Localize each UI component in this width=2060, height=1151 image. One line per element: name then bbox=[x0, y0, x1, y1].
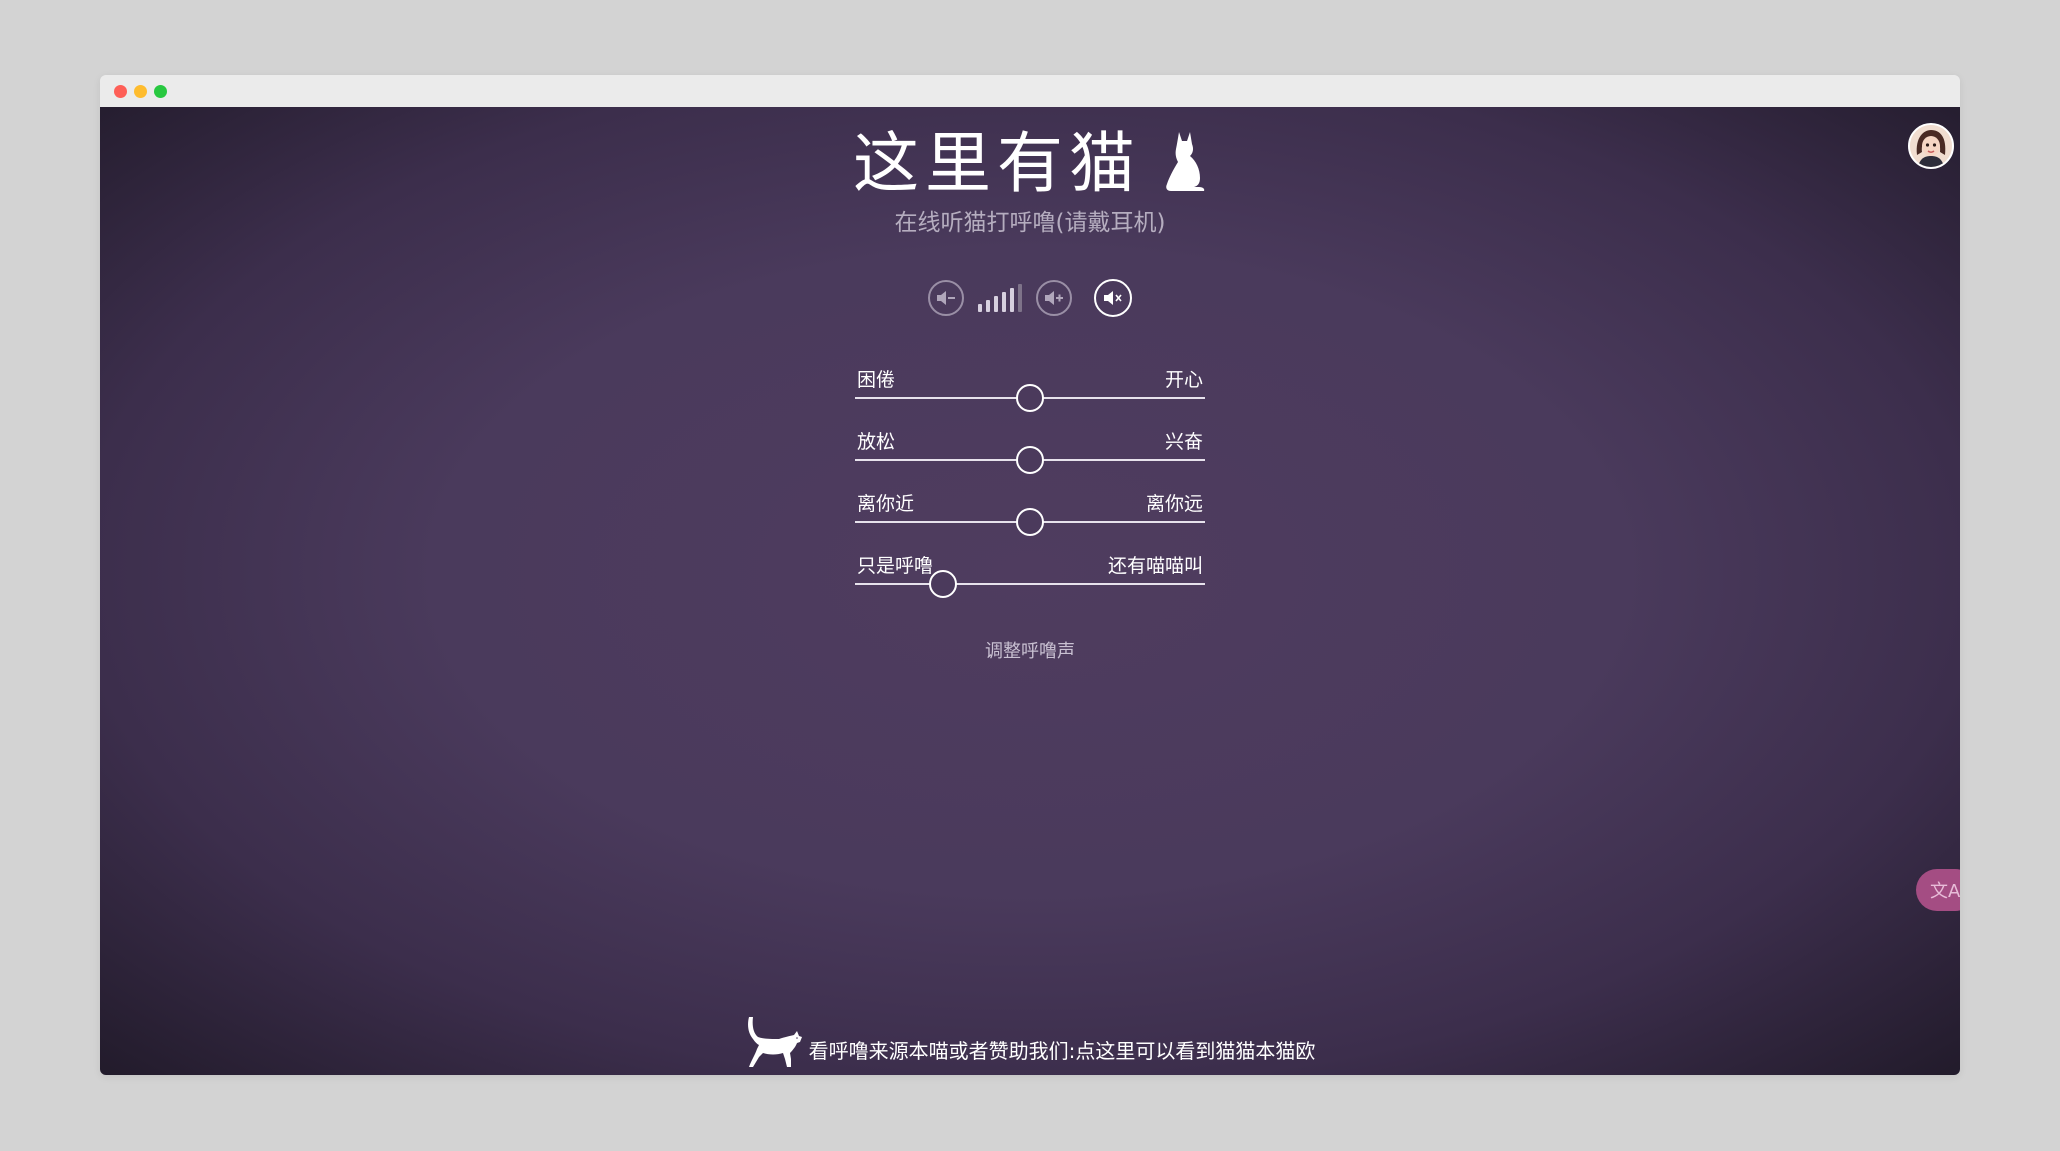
slider-track[interactable] bbox=[855, 508, 1205, 536]
window-titlebar bbox=[100, 75, 1960, 108]
slider-right-label: 兴奋 bbox=[1164, 431, 1203, 453]
translate-button[interactable]: 文A bbox=[1916, 869, 1960, 911]
purr-sliders: 困倦 开心 放松 兴奋 离你近 离你远 只是呼噜 还有喵喵叫 bbox=[855, 365, 1205, 613]
mute-button[interactable] bbox=[1094, 279, 1132, 317]
footer-link[interactable]: 看呼噜来源本喵或者赞助我们:点这里可以看到猫猫本猫欧 bbox=[809, 1035, 1316, 1064]
user-avatar[interactable] bbox=[1908, 123, 1954, 169]
cat-silhouette-icon bbox=[1159, 128, 1207, 192]
slider-left-label: 困倦 bbox=[857, 369, 896, 391]
page-content: 这里有猫 在线听猫打呼噜(请戴耳机) 困倦 开心 放松 兴奋 离你近 离你远 只… bbox=[100, 107, 1960, 1075]
volume-down-icon bbox=[937, 291, 955, 305]
volume-level-bar bbox=[978, 304, 982, 312]
slider-thumb[interactable] bbox=[1016, 446, 1044, 474]
slider-track[interactable] bbox=[855, 570, 1205, 598]
volume-up-button[interactable] bbox=[1036, 280, 1072, 316]
volume-level-bar bbox=[986, 300, 990, 312]
slider-right-label: 还有喵喵叫 bbox=[1107, 555, 1203, 577]
walking-cat-icon bbox=[745, 1015, 803, 1071]
mute-icon bbox=[1104, 291, 1122, 305]
page-subtitle: 在线听猫打呼噜(请戴耳机) bbox=[894, 210, 1166, 236]
slider-left-label: 只是呼噜 bbox=[857, 555, 934, 577]
slider-thumb[interactable] bbox=[928, 570, 957, 598]
volume-level-bar bbox=[1010, 288, 1014, 312]
volume-level-bar bbox=[994, 296, 998, 312]
slider-thumb[interactable] bbox=[1016, 384, 1044, 412]
browser-window: 这里有猫 在线听猫打呼噜(请戴耳机) 困倦 开心 放松 兴奋 离你近 离你远 只… bbox=[100, 75, 1960, 1075]
adjust-purr-button[interactable]: 调整呼噜声 bbox=[100, 637, 1960, 663]
volume-down-button[interactable] bbox=[928, 280, 964, 316]
avatar-portrait-icon bbox=[1910, 125, 1952, 167]
close-window-button[interactable] bbox=[114, 85, 127, 98]
volume-up-icon bbox=[1045, 291, 1063, 305]
volume-level-indicator bbox=[974, 284, 1026, 312]
slider-left-label: 离你近 bbox=[857, 493, 915, 515]
slider-energy: 放松 兴奋 bbox=[855, 427, 1205, 489]
zoom-window-button[interactable] bbox=[154, 85, 167, 98]
slider-left-label: 放松 bbox=[857, 431, 896, 453]
minimize-window-button[interactable] bbox=[134, 85, 147, 98]
header: 这里有猫 bbox=[100, 131, 1960, 197]
volume-level-bar bbox=[1002, 292, 1006, 312]
page-title: 这里有猫 bbox=[853, 125, 1141, 202]
slider-track[interactable] bbox=[855, 446, 1205, 474]
slider-distance: 离你近 离你远 bbox=[855, 489, 1205, 551]
slider-track[interactable] bbox=[855, 384, 1205, 412]
translate-icon: 文A bbox=[1930, 881, 1960, 902]
slider-mood: 困倦 开心 bbox=[855, 365, 1205, 427]
slider-meow: 只是呼噜 还有喵喵叫 bbox=[855, 551, 1205, 613]
volume-level-bar bbox=[1018, 284, 1022, 312]
slider-thumb[interactable] bbox=[1016, 508, 1044, 536]
footer: 看呼噜来源本喵或者赞助我们:点这里可以看到猫猫本猫欧 bbox=[100, 1011, 1960, 1075]
slider-right-label: 离你远 bbox=[1145, 493, 1203, 515]
slider-right-label: 开心 bbox=[1164, 369, 1203, 391]
volume-controls bbox=[100, 279, 1960, 317]
